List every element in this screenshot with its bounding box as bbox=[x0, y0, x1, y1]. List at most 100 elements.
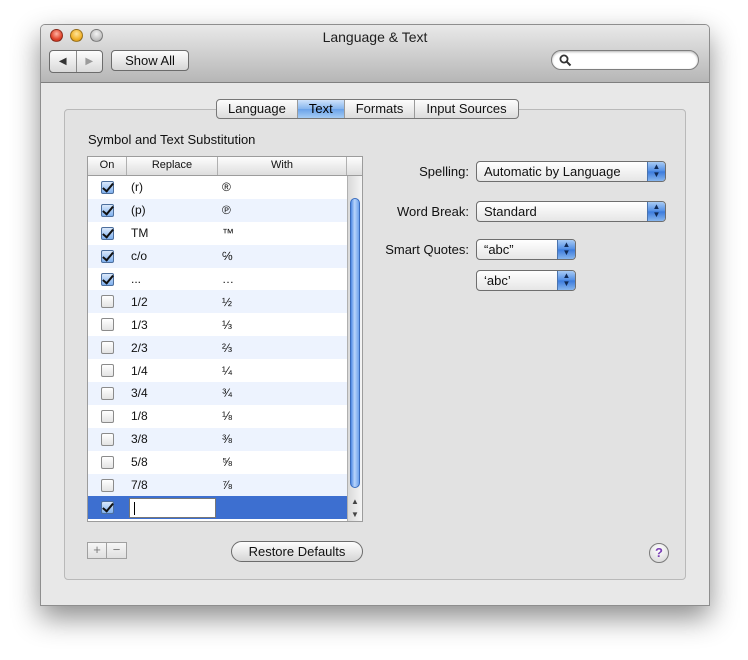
scroll-down-arrow[interactable]: ▼ bbox=[351, 510, 359, 519]
with-cell[interactable]: ⅓ bbox=[218, 318, 347, 332]
forward-button[interactable]: ▶ bbox=[77, 51, 103, 72]
tab-input-sources[interactable]: Input Sources bbox=[414, 100, 517, 118]
replace-cell[interactable]: 2/3 bbox=[127, 341, 218, 355]
replace-cell[interactable]: 1/2 bbox=[127, 295, 218, 309]
show-all-button[interactable]: Show All bbox=[111, 50, 189, 71]
table-row[interactable]: ...… bbox=[88, 268, 347, 291]
enable-checkbox[interactable] bbox=[101, 180, 114, 194]
replace-cell[interactable]: 1/3 bbox=[127, 318, 218, 332]
with-cell[interactable]: … bbox=[218, 272, 347, 286]
on-cell bbox=[88, 501, 127, 515]
table-row[interactable]: 3/4 ¾ bbox=[88, 382, 347, 405]
enable-checkbox[interactable] bbox=[101, 203, 114, 217]
scroll-up-arrow[interactable]: ▲ bbox=[351, 497, 359, 506]
replace-cell[interactable]: 5/8 bbox=[127, 455, 218, 469]
replace-cell[interactable]: ... bbox=[127, 272, 218, 286]
replace-cell[interactable]: c/o bbox=[127, 249, 218, 263]
on-cell bbox=[88, 409, 127, 423]
with-cell[interactable]: ™ bbox=[218, 226, 347, 240]
replace-cell[interactable]: 1/4 bbox=[127, 364, 218, 378]
with-cell[interactable]: ⅞ bbox=[218, 478, 347, 492]
replace-cell[interactable]: 1/8 bbox=[127, 409, 218, 423]
tab-text[interactable]: Text bbox=[296, 100, 344, 118]
enable-checkbox[interactable] bbox=[101, 432, 114, 446]
smart-quotes-label: Smart Quotes: bbox=[385, 242, 469, 257]
vertical-scrollbar[interactable]: ▲ ▼ bbox=[347, 176, 362, 521]
on-cell bbox=[88, 272, 127, 286]
table-row[interactable]: 1/3 ⅓ bbox=[88, 313, 347, 336]
enable-checkbox[interactable] bbox=[101, 226, 114, 240]
add-remove-control: + − bbox=[87, 542, 127, 559]
spelling-value: Automatic by Language bbox=[484, 164, 621, 179]
enable-checkbox[interactable] bbox=[101, 295, 114, 309]
substitution-table: On Replace With (r) ® (p) ℗ TM ™ c/o ℅...… 1/2 ½ 1… bbox=[87, 156, 363, 522]
remove-button[interactable]: − bbox=[107, 542, 127, 559]
tab-bar: Language Text Formats Input Sources bbox=[216, 99, 519, 119]
replace-cell[interactable]: (p) bbox=[127, 203, 218, 217]
on-cell bbox=[88, 432, 127, 446]
help-button[interactable]: ? bbox=[649, 543, 669, 563]
add-button[interactable]: + bbox=[87, 542, 107, 559]
enable-checkbox[interactable] bbox=[101, 409, 114, 423]
table-row[interactable]: c/o ℅ bbox=[88, 244, 347, 268]
search-field[interactable] bbox=[551, 50, 699, 70]
table-row[interactable]: TM ™ bbox=[88, 222, 347, 245]
table-row[interactable]: 1/4 ¼ bbox=[88, 359, 347, 382]
enable-checkbox[interactable] bbox=[101, 341, 114, 355]
table-row[interactable]: (p) ℗ bbox=[88, 198, 347, 222]
table-row[interactable]: (r) ® bbox=[88, 176, 347, 199]
with-cell[interactable]: ℗ bbox=[218, 203, 347, 217]
with-cell[interactable]: ½ bbox=[218, 295, 347, 309]
table-row[interactable]: 5/8 ⅝ bbox=[88, 451, 347, 474]
on-cell bbox=[88, 318, 127, 332]
with-cell[interactable]: ® bbox=[218, 180, 347, 194]
back-button[interactable]: ◀ bbox=[50, 51, 77, 72]
with-cell[interactable]: ℅ bbox=[218, 249, 347, 263]
with-cell[interactable]: ¾ bbox=[218, 386, 347, 400]
with-cell[interactable]: ⅜ bbox=[218, 432, 347, 446]
on-cell bbox=[88, 455, 127, 469]
single-quotes-popup[interactable]: ‘abc’ ▲ ▼ bbox=[476, 270, 576, 291]
popup-arrows-icon: ▲ ▼ bbox=[647, 162, 665, 181]
restore-defaults-button[interactable]: Restore Defaults bbox=[231, 541, 363, 562]
tab-language[interactable]: Language bbox=[217, 100, 297, 118]
with-cell[interactable]: ¼ bbox=[218, 364, 347, 378]
enable-checkbox[interactable] bbox=[101, 364, 114, 378]
with-cell[interactable]: ⅛ bbox=[218, 409, 347, 423]
replace-edit-field[interactable] bbox=[129, 497, 216, 518]
spelling-popup[interactable]: Automatic by Language ▲ ▼ bbox=[476, 161, 666, 182]
search-icon bbox=[559, 54, 572, 67]
word-break-value: Standard bbox=[484, 204, 537, 219]
table-row[interactable] bbox=[88, 496, 347, 520]
double-quotes-popup[interactable]: “abc” ▲ ▼ bbox=[476, 239, 576, 260]
tab-formats[interactable]: Formats bbox=[343, 100, 415, 118]
column-header-replace[interactable]: Replace bbox=[127, 157, 218, 175]
enable-checkbox[interactable] bbox=[101, 249, 114, 263]
table-body: (r) ® (p) ℗ TM ™ c/o ℅...… 1/2 ½ 1/3 ⅓ 2/3 ⅔ 1/4 ¼ 3/4 ¾ 1… bbox=[88, 176, 347, 520]
enable-checkbox[interactable] bbox=[101, 478, 114, 492]
table-row[interactable]: 7/8 ⅞ bbox=[88, 473, 347, 497]
enable-checkbox[interactable] bbox=[101, 501, 114, 515]
popup-arrows-icon: ▲ ▼ bbox=[647, 202, 665, 221]
table-row[interactable]: 1/2 ½ bbox=[88, 290, 347, 314]
column-header-with[interactable]: With bbox=[218, 157, 347, 175]
replace-cell[interactable]: 3/4 bbox=[127, 386, 218, 400]
table-row[interactable]: 1/8 ⅛ bbox=[88, 405, 347, 428]
title-bar: Language & Text ◀ ▶ Show All bbox=[41, 25, 709, 83]
replace-cell[interactable]: 3/8 bbox=[127, 432, 218, 446]
enable-checkbox[interactable] bbox=[101, 272, 114, 286]
word-break-popup[interactable]: Standard ▲ ▼ bbox=[476, 201, 666, 222]
replace-cell[interactable]: TM bbox=[127, 226, 218, 240]
with-cell[interactable]: ⅝ bbox=[218, 455, 347, 469]
table-row[interactable]: 2/3 ⅔ bbox=[88, 336, 347, 360]
enable-checkbox[interactable] bbox=[101, 455, 114, 469]
column-header-on[interactable]: On bbox=[88, 157, 127, 175]
table-row[interactable]: 3/8 ⅜ bbox=[88, 427, 347, 451]
enable-checkbox[interactable] bbox=[101, 386, 114, 400]
enable-checkbox[interactable] bbox=[101, 318, 114, 332]
replace-cell[interactable]: 7/8 bbox=[127, 478, 218, 492]
with-cell[interactable]: ⅔ bbox=[218, 341, 347, 355]
replace-cell[interactable] bbox=[127, 497, 218, 518]
on-cell bbox=[88, 478, 127, 492]
replace-cell[interactable]: (r) bbox=[127, 180, 218, 194]
